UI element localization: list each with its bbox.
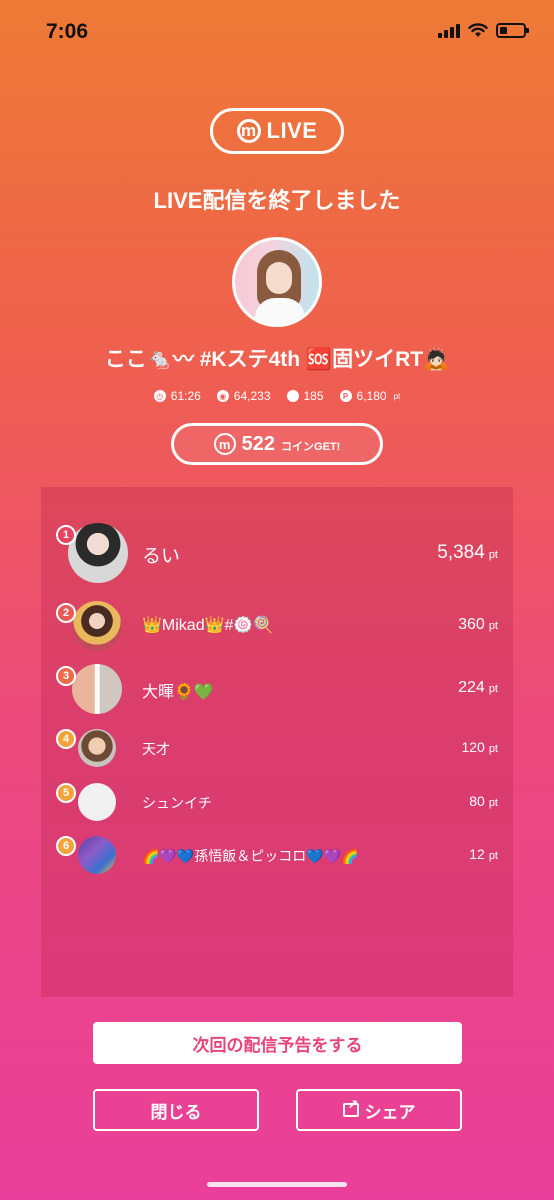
eye-icon: ◉ — [216, 390, 229, 402]
coin-label: コインGET! — [281, 440, 341, 453]
points-stat: P 6,180 pt — [339, 389, 401, 403]
ranker-points-unit-4: pt — [488, 743, 498, 755]
share-button[interactable]: シェア — [296, 1089, 462, 1131]
ranker-points-value-3: 224 — [458, 679, 485, 696]
ranking-row-6[interactable]: 6 🌈💜💙孫悟飯＆ピッコロ💙💜🌈 12 pt — [41, 836, 513, 874]
rank-badge-3: 3 — [56, 666, 76, 686]
schedule-next-live-button[interactable]: 次回の配信予告をする — [93, 1022, 462, 1064]
comments-stat: 185 — [286, 389, 324, 403]
ranker-points-unit-1: pt — [488, 549, 498, 561]
coin-value: 522 — [241, 432, 276, 455]
ranker-points-unit-3: pt — [488, 683, 498, 695]
points-value: 6,180 — [356, 389, 387, 403]
ranker-avatar-2 — [72, 601, 122, 651]
live-label: LIVE — [266, 118, 318, 143]
page-title: LIVE配信を終了しました — [153, 188, 401, 213]
ranker-points-4: 120 pt — [461, 739, 498, 755]
coin-earned-badge: m 522 コインGET! — [171, 423, 383, 465]
ranker-name-1: るい — [142, 546, 181, 567]
coin-icon: m — [213, 433, 236, 455]
viewers-stat: ◉ 64,233 — [216, 389, 271, 403]
ranker-avatar-5 — [78, 783, 116, 821]
ranker-points-1: 5,384 pt — [437, 542, 498, 564]
share-button-label: シェア — [364, 1102, 416, 1122]
close-button[interactable]: 閉じる — [93, 1089, 259, 1131]
ranker-points-5: 80 pt — [469, 793, 498, 809]
rank-badge-2: 2 — [56, 603, 76, 623]
ranking-row-2[interactable]: 2 👑Mikad👑#🍥🍭 360 pt — [41, 601, 513, 651]
ranking-row-5[interactable]: 5 シュンイチ 80 pt — [41, 783, 513, 821]
close-button-label: 閉じる — [150, 1102, 202, 1122]
ranker-name-5: シュンイチ — [142, 795, 212, 811]
clock-icon: ◷ — [153, 390, 166, 402]
viewers-value: 64,233 — [233, 389, 271, 403]
status-time: 7:06 — [46, 20, 89, 43]
ranker-points-value-6: 12 — [469, 846, 485, 862]
battery-icon — [496, 22, 529, 38]
ranker-points-unit-5: pt — [488, 797, 498, 809]
ranking-list: 1 るい 5,384 pt 2 👑Mikad👑#🍥🍭 360 pt 3 大暉🌻💚 2… — [41, 487, 513, 997]
points-unit: pt — [393, 391, 401, 401]
ranker-avatar-4 — [78, 729, 116, 767]
ranker-name-4: 天才 — [142, 741, 170, 757]
ranker-points-value-4: 120 — [461, 739, 485, 755]
status-bar: 7:06 — [0, 0, 554, 66]
comment-icon — [286, 390, 299, 402]
ranking-row-4[interactable]: 4 天才 120 pt — [41, 729, 513, 767]
ranker-avatar-1 — [68, 523, 128, 583]
share-icon — [342, 1097, 359, 1117]
streamer-name: ここ🐁〰 #Kステ4th 🆘固ツイRT🙇🏻 — [104, 348, 450, 371]
rank-badge-1: 1 — [56, 525, 76, 545]
wifi-icon — [468, 22, 488, 37]
ranker-name-3: 大暉🌻💚 — [142, 684, 214, 701]
status-icons — [438, 22, 529, 38]
streamer-avatar — [232, 237, 322, 327]
stream-stats: ◷ 61:26 ◉ 64,233 185 P 6,180 pt — [0, 389, 554, 403]
rank-badge-4: 4 — [56, 729, 76, 749]
ranker-avatar-3 — [72, 664, 122, 714]
ranker-points-unit-2: pt — [488, 620, 498, 632]
ranking-row-3[interactable]: 3 大暉🌻💚 224 pt — [41, 664, 513, 714]
ranker-points-2: 360 pt — [458, 616, 498, 634]
rank-badge-6: 6 — [56, 836, 76, 856]
ranking-row-1[interactable]: 1 るい 5,384 pt — [41, 523, 513, 583]
duration-stat: ◷ 61:26 — [153, 389, 201, 403]
comments-value: 185 — [303, 389, 324, 403]
ranker-points-value-5: 80 — [469, 793, 485, 809]
point-icon: P — [339, 390, 352, 402]
ranker-points-value-1: 5,384 — [437, 542, 485, 563]
ranker-points-unit-6: pt — [488, 850, 498, 862]
m-logo-icon — [236, 119, 261, 143]
ranker-points-6: 12 pt — [469, 846, 498, 862]
rank-badge-5: 5 — [56, 783, 76, 803]
ranker-avatar-6 — [78, 836, 116, 874]
home-indicator — [207, 1182, 347, 1187]
ranker-name-2: 👑Mikad👑#🍥🍭 — [142, 617, 274, 634]
ranker-points-value-2: 360 — [458, 616, 485, 633]
mixchannel-live-logo: LIVE — [210, 108, 344, 154]
ranker-points-3: 224 pt — [458, 679, 498, 697]
signal-icon — [438, 22, 460, 38]
duration-value: 61:26 — [170, 389, 201, 403]
ranker-name-6: 🌈💜💙孫悟飯＆ピッコロ💙💜🌈 — [142, 848, 359, 864]
